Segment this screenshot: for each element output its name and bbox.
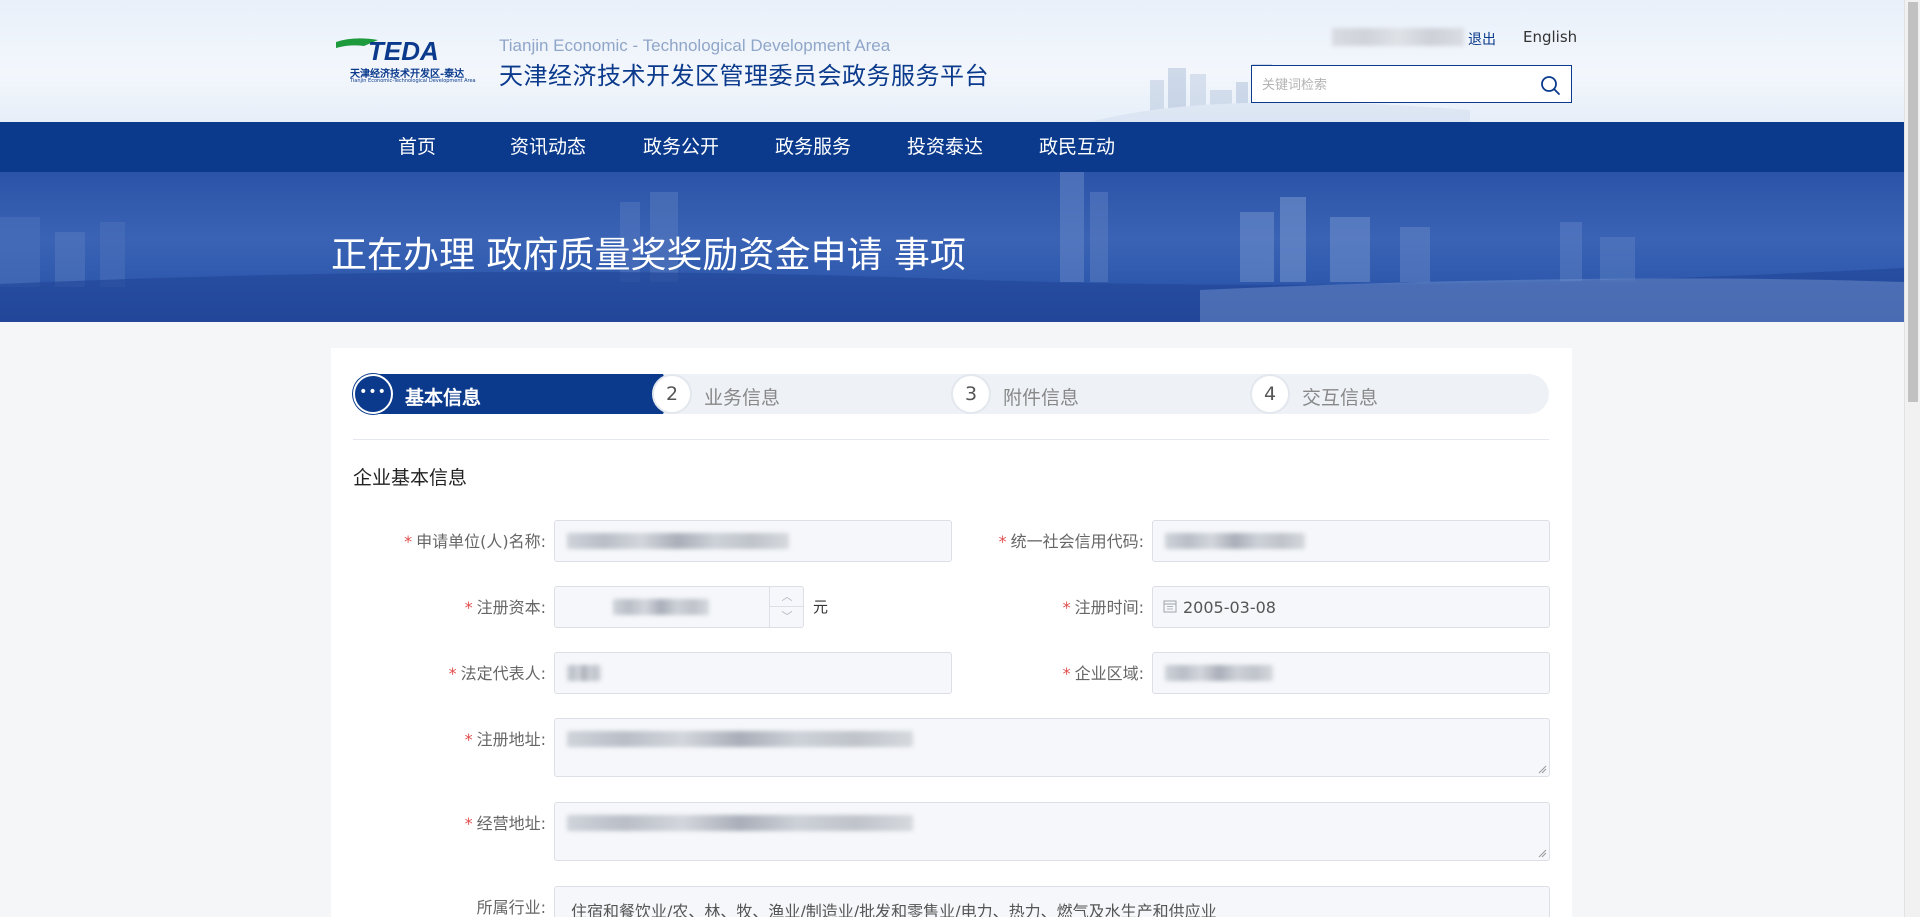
required-mark: *: [448, 664, 457, 683]
business-address-label: * 经营地址:: [464, 814, 546, 833]
required-mark: *: [464, 730, 473, 749]
logout-link[interactable]: 退出: [1468, 29, 1496, 49]
region-field[interactable]: [1152, 652, 1550, 694]
redacted-value: [567, 665, 601, 681]
industry-field[interactable]: 住宿和餐饮业/农、林、牧、渔业/制造业/批发和零售业/电力、热力、燃气及水生产和…: [554, 886, 1550, 917]
step-number: •••: [353, 374, 393, 414]
logo-subtitle-en: Tianjin Economic-Technological Developme…: [350, 78, 476, 84]
vertical-scrollbar[interactable]: [1904, 0, 1920, 917]
section-divider: [353, 439, 1549, 440]
industry-value: 住宿和餐饮业/农、林、牧、渔业/制造业/批发和零售业/电力、热力、燃气及水生产和…: [571, 902, 1217, 917]
required-mark: *: [1062, 598, 1071, 617]
language-switch-link[interactable]: English: [1523, 28, 1577, 46]
resize-handle-icon[interactable]: [1537, 764, 1547, 774]
progress-steps: ••• 基本信息 2 业务信息 3 附件信息 4 交互信息: [353, 374, 1549, 414]
registered-address-label: * 注册地址:: [464, 730, 546, 749]
banner-title: 正在办理 政府质量奖奖励资金申请 事项: [331, 235, 966, 276]
search-input[interactable]: [1262, 74, 1522, 94]
redacted-value: [567, 533, 789, 549]
applicant-name-field[interactable]: [554, 520, 952, 562]
search-box: [1251, 65, 1572, 103]
main-nav: 首页 资讯动态 政务公开 政务服务 投资泰达 政民互动: [0, 122, 1904, 172]
nav-item-interaction[interactable]: 政民互动: [1039, 122, 1115, 172]
teda-logo[interactable]: TEDA 天津经济技术开发区-泰达 Tianjin Economic-Techn…: [334, 36, 489, 86]
legal-rep-label: * 法定代表人:: [448, 664, 546, 683]
nav-item-gov-affairs[interactable]: 政务公开: [643, 122, 719, 172]
stepper-down-icon[interactable]: ﹀: [770, 607, 804, 627]
redacted-value: [567, 731, 913, 747]
step-label: 附件信息: [1003, 387, 1080, 409]
logo-text: TEDA: [368, 36, 439, 64]
calendar-icon: [1163, 600, 1177, 613]
resize-handle-icon[interactable]: [1537, 848, 1547, 858]
required-mark: *: [1062, 664, 1071, 683]
business-address-textarea[interactable]: [554, 802, 1550, 861]
step-label: 基本信息: [405, 387, 482, 409]
step-label: 业务信息: [704, 387, 781, 409]
page-banner: 正在办理 政府质量奖奖励资金申请 事项: [0, 172, 1904, 322]
teda-logo-mark: TEDA: [336, 36, 439, 64]
step-number: 2: [652, 374, 692, 414]
active-step-bar: [353, 374, 671, 414]
redacted-value: [613, 599, 709, 615]
required-mark: *: [464, 598, 473, 617]
step-label: 交互信息: [1302, 387, 1379, 409]
required-mark: *: [404, 532, 413, 551]
redacted-value: [1165, 533, 1305, 549]
stepper-up-icon[interactable]: ︿: [770, 587, 804, 607]
legal-rep-field[interactable]: [554, 652, 952, 694]
nav-item-news[interactable]: 资讯动态: [510, 122, 586, 172]
applicant-name-label: * 申请单位(人)名称:: [404, 532, 546, 551]
registered-capital-stepper[interactable]: ︿ ﹀: [554, 586, 804, 628]
step-number: 3: [951, 374, 991, 414]
registration-date-field[interactable]: 2005-03-08: [1152, 586, 1550, 628]
step-number: 4: [1250, 374, 1290, 414]
username-redacted: [1332, 28, 1464, 46]
application-form-card: ••• 基本信息 2 业务信息 3 附件信息 4 交互信息 企业基本信息 * 申请…: [331, 348, 1572, 917]
search-icon[interactable]: [1539, 74, 1561, 96]
nav-item-invest[interactable]: 投资泰达: [907, 122, 983, 172]
nav-item-gov-services[interactable]: 政务服务: [775, 122, 851, 172]
registration-date-value: 2005-03-08: [1183, 598, 1276, 617]
credit-code-field[interactable]: [1152, 520, 1550, 562]
section-title: 企业基本信息: [353, 467, 468, 489]
site-title-en: Tianjin Economic - Technological Develop…: [499, 36, 891, 55]
registered-capital-label: * 注册资本:: [464, 598, 546, 617]
site-header: TEDA 天津经济技术开发区-泰达 Tianjin Economic-Techn…: [0, 0, 1904, 122]
scrollbar-thumb[interactable]: [1908, 2, 1918, 402]
region-label: * 企业区域:: [1062, 664, 1144, 683]
required-mark: *: [998, 532, 1007, 551]
stepper-buttons: ︿ ﹀: [769, 587, 804, 627]
capital-unit: 元: [813, 598, 829, 616]
nav-item-home[interactable]: 首页: [398, 122, 436, 172]
registration-date-label: * 注册时间:: [1062, 598, 1144, 617]
credit-code-label: * 统一社会信用代码:: [998, 532, 1144, 551]
industry-label: 所属行业:: [476, 898, 546, 917]
redacted-value: [567, 815, 913, 831]
redacted-value: [1165, 665, 1273, 681]
required-mark: *: [464, 814, 473, 833]
registered-address-textarea[interactable]: [554, 718, 1550, 777]
site-title-cn: 天津经济技术开发区管理委员会政务服务平台: [499, 62, 989, 90]
